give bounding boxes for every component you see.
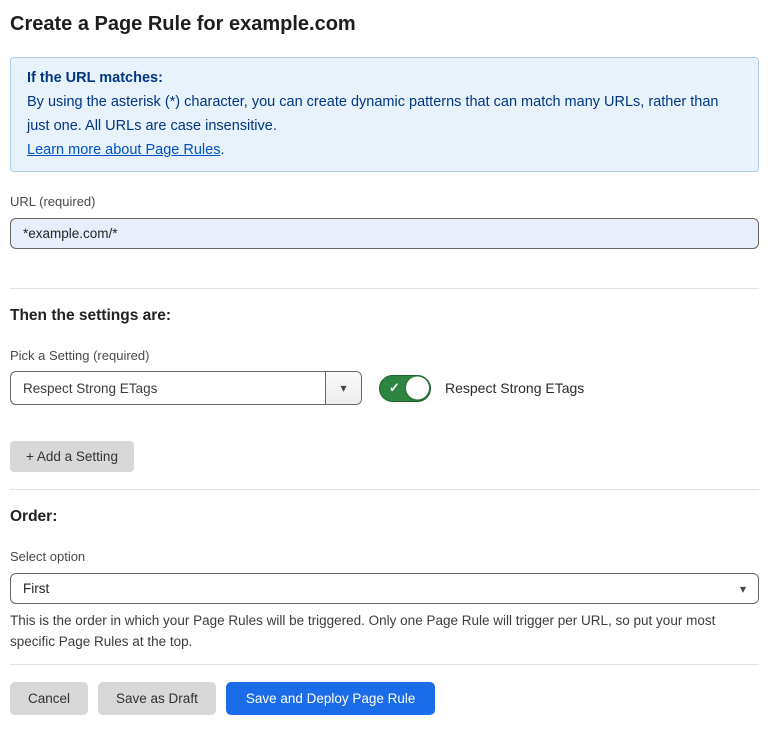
order-help-text: This is the order in which your Page Rul…: [10, 610, 750, 652]
url-label: URL (required): [10, 194, 759, 209]
setting-row: Respect Strong ETags ▾ ✓ Respect Strong …: [10, 371, 759, 405]
pick-setting-label: Pick a Setting (required): [10, 348, 759, 363]
link-suffix: .: [220, 142, 224, 158]
save-draft-button[interactable]: Save as Draft: [98, 682, 216, 715]
info-box-heading: If the URL matches:: [27, 66, 742, 90]
info-box-body: By using the asterisk (*) character, you…: [27, 90, 742, 138]
order-select[interactable]: First ▾: [10, 573, 759, 604]
cancel-button[interactable]: Cancel: [10, 682, 88, 715]
learn-more-link[interactable]: Learn more about Page Rules: [27, 142, 220, 158]
form-actions: Cancel Save as Draft Save and Deploy Pag…: [10, 682, 759, 729]
page-rule-form: Create a Page Rule for example.com If th…: [0, 12, 769, 729]
page-title: Create a Page Rule for example.com: [10, 12, 759, 36]
setting-select-arrow[interactable]: ▾: [325, 372, 361, 404]
toggle-knob: [406, 377, 429, 400]
info-box-link-line: Learn more about Page Rules.: [27, 138, 742, 162]
setting-select-value: Respect Strong ETags: [11, 372, 325, 404]
order-heading: Order:: [10, 508, 759, 526]
order-select-label: Select option: [10, 549, 759, 564]
url-match-info-box: If the URL matches: By using the asteris…: [10, 57, 759, 172]
divider: [10, 664, 759, 665]
settings-heading: Then the settings are:: [10, 307, 759, 325]
chevron-down-icon: ▾: [740, 582, 746, 596]
add-setting-button[interactable]: + Add a Setting: [10, 441, 134, 472]
setting-select[interactable]: Respect Strong ETags ▾: [10, 371, 362, 405]
divider: [10, 489, 759, 490]
toggle-label: Respect Strong ETags: [445, 380, 584, 396]
divider: [10, 288, 759, 289]
order-select-value: First: [23, 581, 49, 596]
save-deploy-button[interactable]: Save and Deploy Page Rule: [226, 682, 436, 715]
url-input[interactable]: [10, 218, 759, 249]
setting-toggle-group: ✓ Respect Strong ETags: [379, 375, 584, 402]
chevron-down-icon: ▾: [340, 381, 346, 395]
check-icon: ✓: [389, 381, 400, 394]
setting-toggle[interactable]: ✓: [379, 375, 431, 402]
